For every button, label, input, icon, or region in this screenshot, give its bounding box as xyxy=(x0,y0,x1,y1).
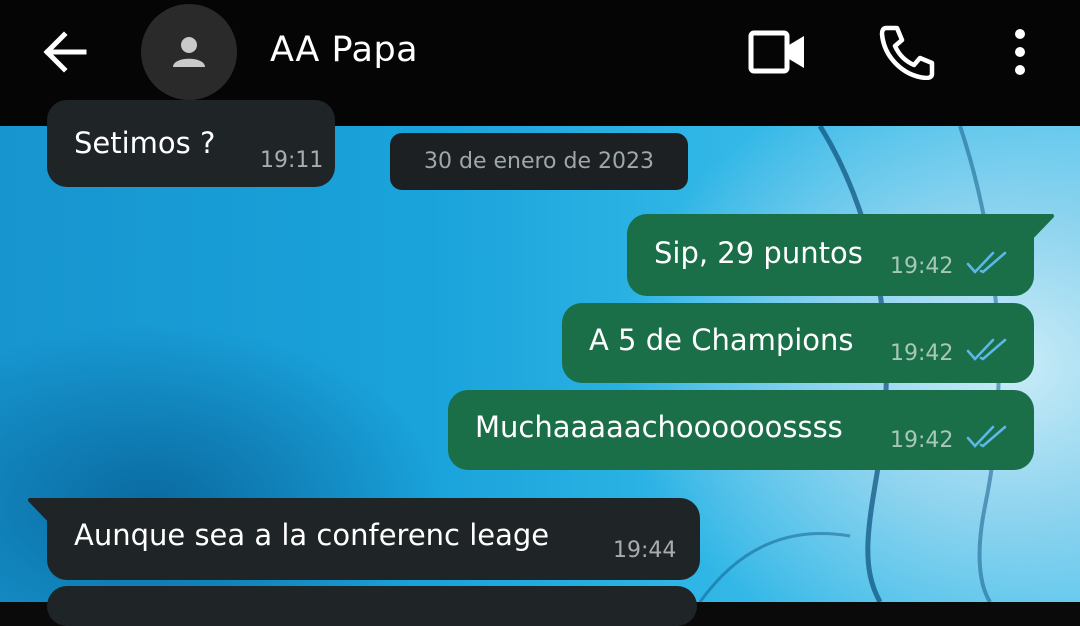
message-incoming[interactable]: Aunque sea a la conferenc leage 19:44 xyxy=(47,498,700,580)
message-time: 19:42 xyxy=(890,341,954,366)
video-call-icon[interactable] xyxy=(748,28,808,76)
message-text: Setimos ? xyxy=(74,126,216,160)
read-receipt-icon xyxy=(966,425,1007,448)
avatar[interactable] xyxy=(141,4,237,100)
message-incoming[interactable]: Setimos ? 19:11 xyxy=(47,100,335,187)
arrow-left-icon[interactable] xyxy=(40,26,92,78)
date-divider: 30 de enero de 2023 xyxy=(390,133,688,190)
more-vert-icon[interactable] xyxy=(1004,28,1036,76)
phone-icon[interactable] xyxy=(878,24,936,80)
message-incoming[interactable] xyxy=(47,586,697,626)
message-time: 19:11 xyxy=(260,148,324,173)
message-outgoing[interactable]: A 5 de Champions 19:42 xyxy=(562,303,1034,383)
read-receipt-icon xyxy=(966,251,1007,274)
message-time: 19:42 xyxy=(890,428,954,453)
message-time: 19:42 xyxy=(890,254,954,279)
message-text: Muchaaaaachoooooossss xyxy=(475,410,843,444)
message-text: Aunque sea a la conferenc leage xyxy=(74,518,550,552)
read-receipt-icon xyxy=(966,338,1007,361)
person-icon xyxy=(173,37,205,67)
message-text: A 5 de Champions xyxy=(589,323,854,357)
message-outgoing[interactable]: Sip, 29 puntos 19:42 xyxy=(627,214,1034,296)
contact-name[interactable]: AA Papa xyxy=(270,30,418,70)
message-text: Sip, 29 puntos xyxy=(654,236,863,270)
message-outgoing[interactable]: Muchaaaaachoooooossss 19:42 xyxy=(448,390,1034,470)
message-time: 19:44 xyxy=(613,538,677,563)
